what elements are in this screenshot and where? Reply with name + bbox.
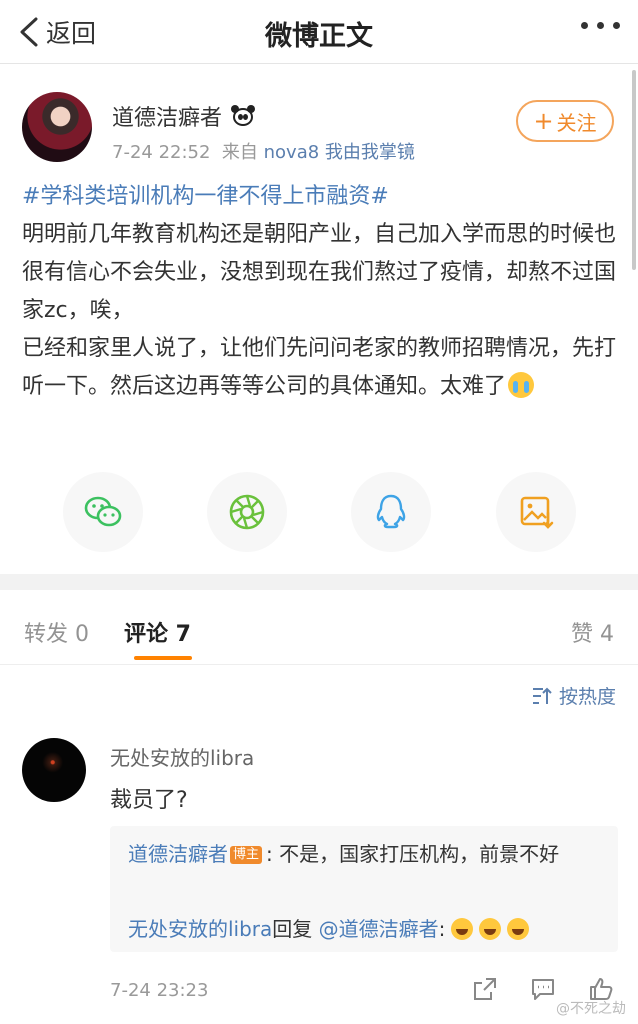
share-qq-button[interactable] — [351, 472, 431, 552]
plus-icon: + — [533, 107, 554, 135]
nav-bar: 返回 微博正文 — [0, 0, 638, 64]
comment-text: 裁员了? — [110, 788, 188, 813]
sort-by-hot-button[interactable]: 按热度 — [531, 682, 616, 709]
scrollbar[interactable] — [632, 70, 636, 270]
wechat-icon — [84, 496, 122, 527]
tab-like[interactable]: 赞 4 — [571, 616, 614, 648]
post-body-line1: 明明前几年教育机构还是朝阳产业，自己加入学而思的时候也很有信心不会失业，没想到现… — [22, 222, 617, 323]
share-icon — [474, 978, 496, 1000]
reply-verb: 回复 — [272, 917, 313, 941]
follow-label: 关注 — [556, 110, 597, 135]
crying-emoji-icon — [508, 372, 535, 398]
post-content: #学科类培训机构一律不得上市融资# 明明前几年教育机构还是朝阳产业，自己加入学而… — [22, 178, 622, 406]
commenter-avatar[interactable] — [22, 738, 86, 802]
source-prefix: 来自 — [221, 142, 258, 163]
follow-button[interactable]: + 关注 — [516, 100, 614, 142]
moments-icon — [229, 494, 265, 530]
post-source[interactable]: nova8 我由我掌镜 — [264, 142, 415, 163]
reply-mention[interactable]: @道德洁癖者 — [319, 917, 439, 941]
save-image-button[interactable] — [496, 472, 576, 552]
section-divider — [0, 574, 638, 590]
topic-link[interactable]: #学科类培训机构一律不得上市融资# — [22, 178, 622, 216]
page-title: 微博正文 — [265, 21, 373, 52]
more-options-icon[interactable] — [581, 22, 620, 29]
laugh-emoji-icon — [451, 918, 474, 940]
reply-comment-button[interactable] — [530, 976, 556, 1006]
qq-icon — [376, 494, 406, 529]
tab-comment[interactable]: 评论 7 — [124, 616, 191, 648]
active-tab-indicator — [134, 656, 192, 660]
reply-item: 道德洁癖者 博主: 不是，国家打压机构，前景不好 — [128, 838, 608, 870]
author-name[interactable]: 道德洁癖者 — [112, 100, 222, 132]
post-meta: 7-24 22:52 来自 nova8 我由我掌镜 — [112, 138, 415, 164]
save-image-icon — [520, 496, 554, 529]
tabs-divider — [0, 664, 638, 665]
author-badge: 博主 — [230, 846, 263, 864]
panda-icon — [230, 105, 256, 127]
reply-colon: : — [438, 917, 446, 941]
author-avatar[interactable] — [22, 92, 92, 162]
share-comment-button[interactable] — [472, 976, 498, 1006]
post-body-line2: 已经和家里人说了，让他们先问问老家的教师招聘情况，先打听一下。然后这边再等等公司… — [22, 330, 622, 406]
sort-icon — [532, 687, 552, 704]
reply-user[interactable]: 无处安放的libra — [128, 917, 272, 941]
tab-repost[interactable]: 转发 0 — [24, 616, 89, 648]
post-time: 7-24 22:52 — [112, 142, 211, 163]
reply-text: : 不是，国家打压机构，前景不好 — [266, 842, 560, 866]
reply-item: 无处安放的libra回复 @道德洁癖者: — [128, 914, 608, 944]
reply-author[interactable]: 道德洁癖者 — [128, 842, 228, 866]
laugh-emoji-icon — [479, 918, 502, 940]
reply-box[interactable]: 道德洁癖者 博主: 不是，国家打压机构，前景不好 无处安放的libra回复 @道德… — [110, 826, 618, 952]
comment-time: 7-24 23:23 — [110, 980, 209, 1001]
sort-label: 按热度 — [558, 686, 616, 708]
share-wechat-button[interactable] — [63, 472, 143, 552]
commenter-name[interactable]: 无处安放的libra — [110, 742, 254, 771]
watermark: @不死之劫 — [556, 1001, 626, 1017]
comment-icon — [532, 979, 554, 1000]
laugh-emoji-icon — [507, 918, 530, 940]
share-moments-button[interactable] — [207, 472, 287, 552]
author-name-row[interactable]: 道德洁癖者 — [112, 100, 256, 132]
